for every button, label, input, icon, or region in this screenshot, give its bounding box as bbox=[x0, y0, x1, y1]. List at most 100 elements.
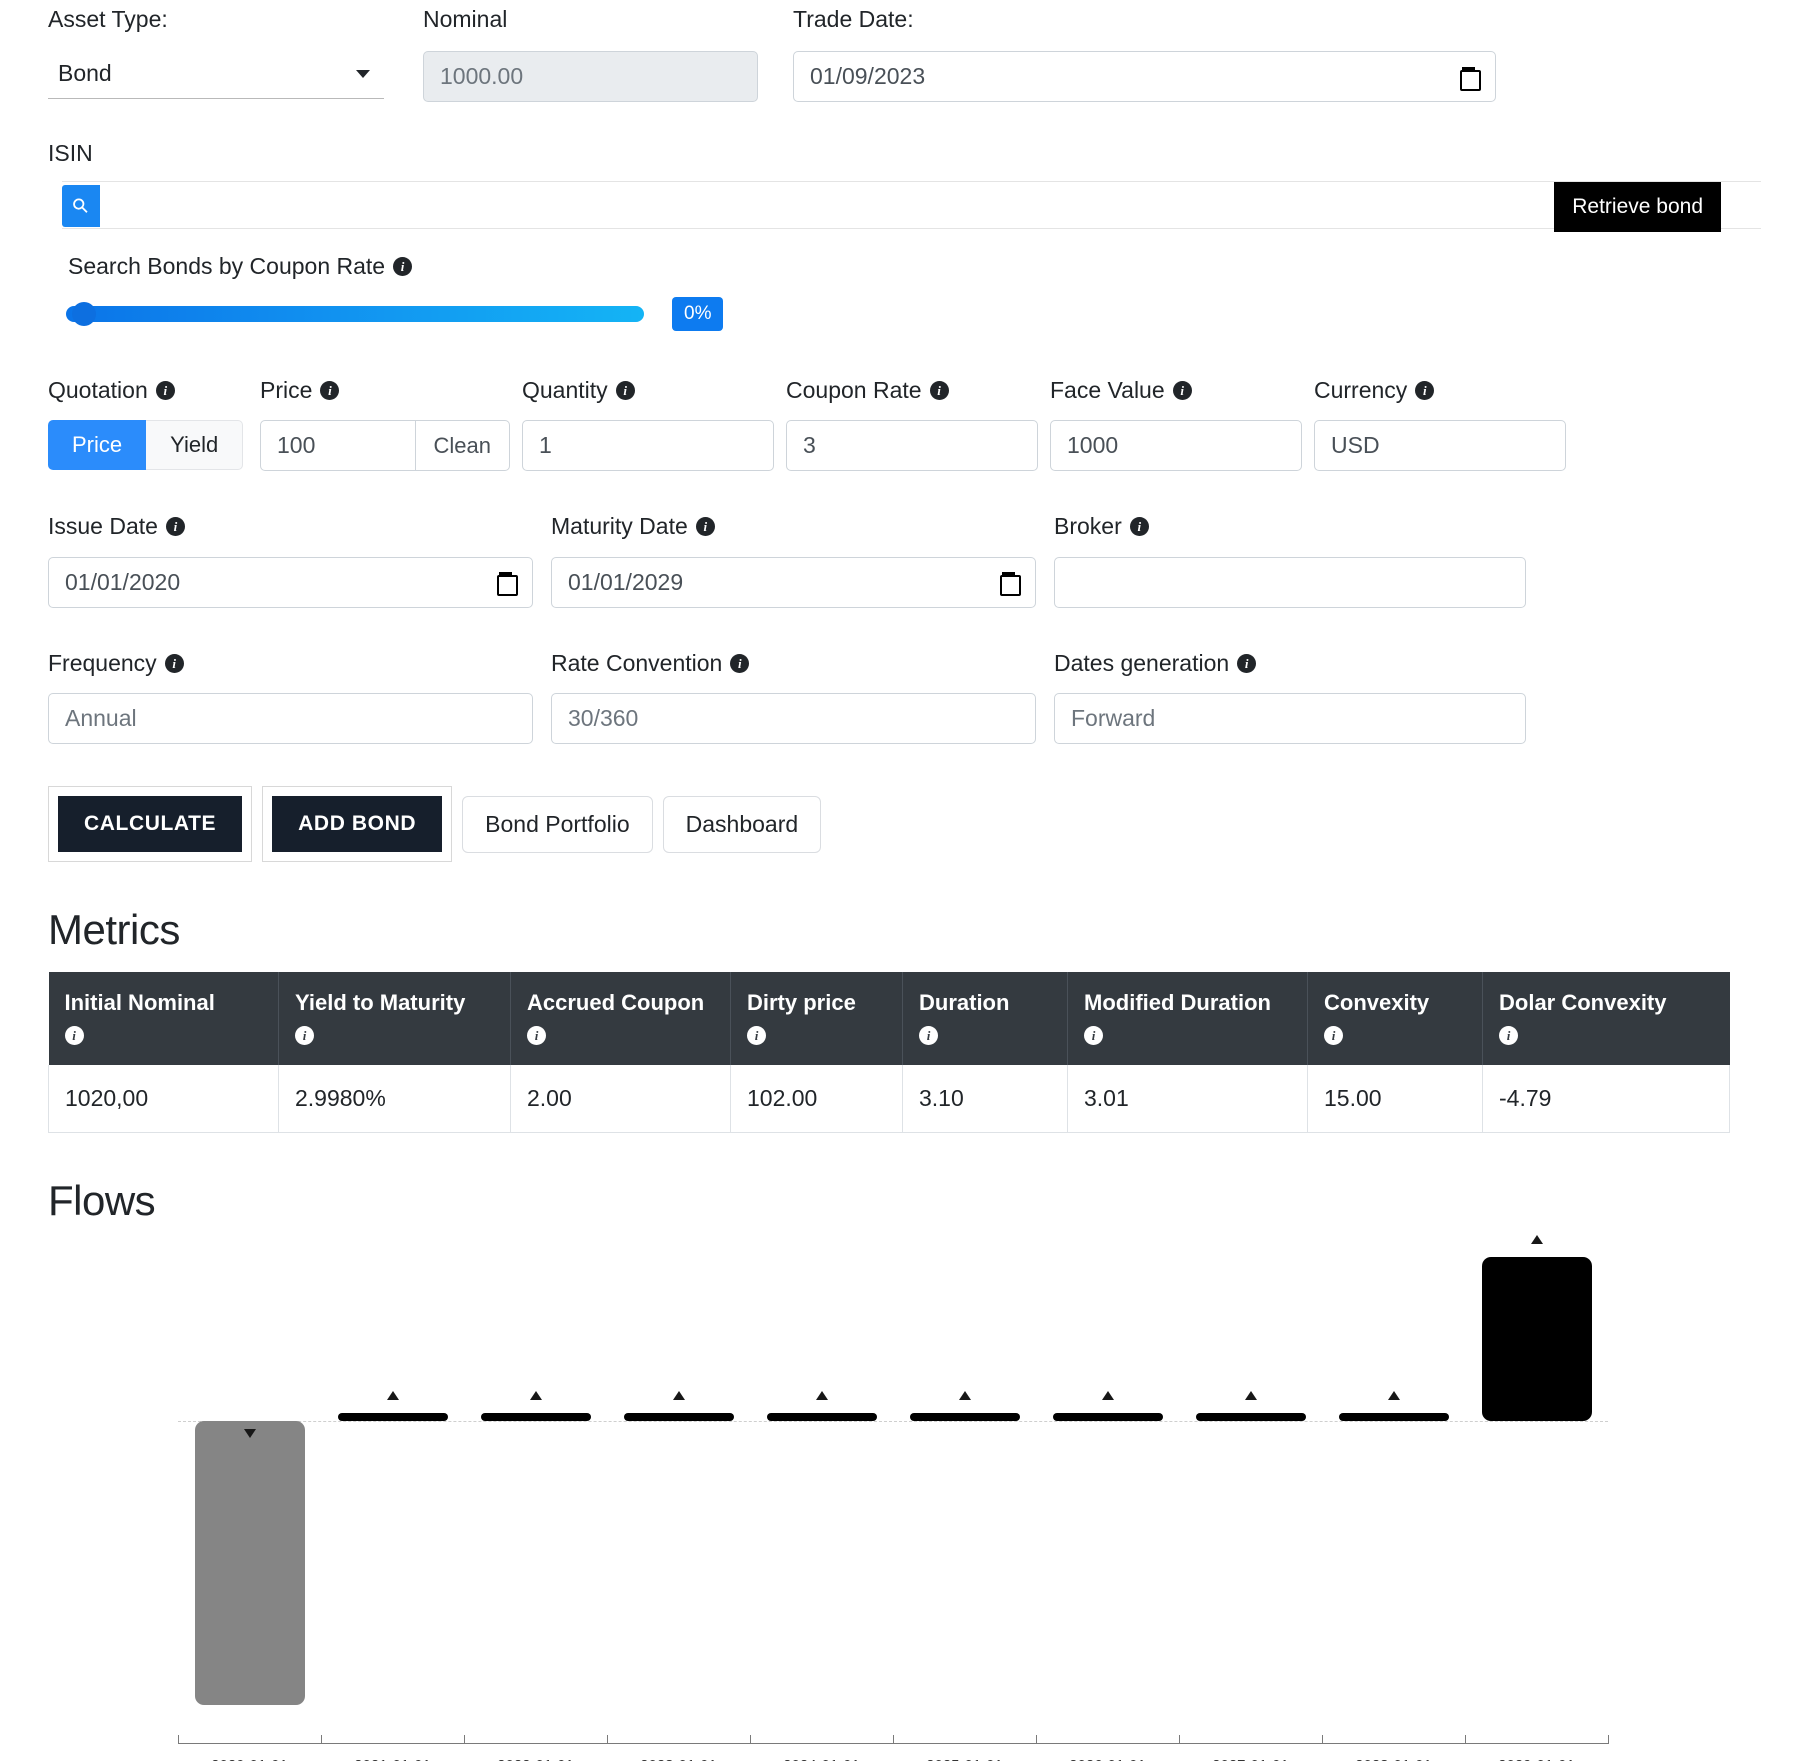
flow-marker bbox=[958, 1391, 971, 1401]
rate-convention-input[interactable]: 30/360 bbox=[551, 693, 1036, 745]
info-icon[interactable]: i bbox=[929, 380, 949, 400]
bond-portfolio-button[interactable]: Bond Portfolio bbox=[462, 795, 653, 853]
info-icon[interactable]: i bbox=[1129, 517, 1149, 537]
info-icon[interactable]: i bbox=[527, 1026, 546, 1046]
metrics-cell: 15.00 bbox=[1307, 1065, 1483, 1134]
info-icon[interactable]: i bbox=[615, 380, 635, 400]
quotation-option-price[interactable]: Price bbox=[48, 420, 147, 471]
metrics-cell: 1020,00 bbox=[48, 1065, 279, 1134]
retrieve-bond-button[interactable]: Retrieve bond bbox=[1554, 182, 1721, 232]
search-icon[interactable]: ⚲ bbox=[62, 185, 100, 227]
face-value-label: Face Value bbox=[1050, 376, 1165, 403]
nominal-group: Nominal 1000.00 bbox=[423, 6, 793, 102]
metrics-col-label: Dirty price bbox=[747, 990, 856, 1016]
price-input[interactable]: 100 bbox=[260, 420, 416, 472]
flow-bar[interactable] bbox=[1338, 1413, 1449, 1422]
issue-date-group: Issue Date i 01/01/2020 bbox=[48, 513, 533, 608]
price-label: Price bbox=[260, 376, 313, 403]
trade-date-input[interactable]: 01/09/2023 bbox=[793, 51, 1496, 102]
metrics-col-accrued-coupon: Accrued Coupon i bbox=[510, 972, 731, 1066]
flow-marker bbox=[1101, 1391, 1114, 1401]
maturity-date-input[interactable]: 01/01/2029 bbox=[551, 556, 1036, 608]
x-axis-tick bbox=[893, 1735, 894, 1745]
quantity-group: Quantity i 1 bbox=[522, 377, 774, 472]
asset-type-select[interactable]: Bond bbox=[48, 49, 384, 99]
coupon-rate-label: Coupon Rate bbox=[786, 376, 922, 403]
info-icon[interactable]: i bbox=[164, 654, 184, 674]
info-icon[interactable]: i bbox=[165, 517, 185, 537]
rate-convention-label-row: Rate Convention i bbox=[551, 650, 1036, 678]
issue-date-value: 01/01/2020 bbox=[65, 568, 181, 595]
face-value-input[interactable]: 1000 bbox=[1050, 420, 1302, 472]
add-bond-button[interactable]: ADD BOND bbox=[272, 796, 443, 853]
info-icon[interactable]: i bbox=[1172, 380, 1192, 400]
flows-plot-area bbox=[48, 1235, 1608, 1753]
flow-bar[interactable] bbox=[1481, 1257, 1592, 1422]
currency-value: USD bbox=[1331, 432, 1380, 459]
metrics-col-dolar-convexity: Dolar Convexity i bbox=[1482, 972, 1730, 1066]
flow-marker bbox=[1530, 1235, 1543, 1245]
info-icon[interactable]: i bbox=[64, 1026, 84, 1046]
issue-date-input[interactable]: 01/01/2020 bbox=[48, 556, 533, 608]
info-icon[interactable]: i bbox=[747, 1026, 766, 1046]
dates-generation-input[interactable]: Forward bbox=[1054, 693, 1526, 745]
flow-bar[interactable] bbox=[337, 1413, 448, 1422]
currency-input[interactable]: USD bbox=[1314, 420, 1566, 472]
table-row: 1020,00 2.9980% 2.00 102.00 3.10 3.01 15… bbox=[48, 1065, 1730, 1134]
nominal-label: Nominal bbox=[423, 6, 508, 32]
flow-bar[interactable] bbox=[480, 1413, 591, 1422]
flow-bar[interactable] bbox=[1052, 1413, 1163, 1422]
dashboard-button[interactable]: Dashboard bbox=[662, 795, 822, 853]
face-value-value: 1000 bbox=[1067, 432, 1119, 459]
flow-bar[interactable] bbox=[766, 1413, 877, 1422]
broker-input[interactable] bbox=[1054, 556, 1526, 608]
trade-date-value: 01/09/2023 bbox=[810, 63, 926, 89]
metrics-col-label: Modified Duration bbox=[1084, 990, 1271, 1016]
flow-bar[interactable] bbox=[194, 1421, 305, 1706]
coupon-rate-input[interactable]: 3 bbox=[786, 420, 1038, 472]
info-icon[interactable]: i bbox=[1499, 1026, 1518, 1046]
x-axis-tick bbox=[1322, 1735, 1323, 1745]
metrics-col-label: Convexity bbox=[1324, 990, 1430, 1016]
quantity-input[interactable]: 1 bbox=[522, 420, 774, 472]
x-axis-label: 2028-01-01 bbox=[1355, 1757, 1432, 1761]
flow-bar[interactable] bbox=[909, 1413, 1020, 1422]
x-axis: 2020-01-01 2021-01-01 2022-01-01 2023-01-01… bbox=[178, 1735, 1609, 1761]
flow-marker bbox=[1244, 1391, 1257, 1401]
coupon-slider-row: 0% bbox=[66, 296, 1761, 331]
quotation-option-yield[interactable]: Yield bbox=[146, 420, 244, 471]
calculate-button[interactable]: CALCULATE bbox=[58, 796, 243, 853]
info-icon[interactable]: i bbox=[919, 1026, 938, 1046]
x-axis-tick bbox=[607, 1735, 608, 1745]
info-icon[interactable]: i bbox=[1415, 380, 1435, 400]
info-icon[interactable]: i bbox=[393, 257, 413, 277]
flow-bar[interactable] bbox=[1195, 1413, 1306, 1422]
info-icon[interactable]: i bbox=[1324, 1026, 1343, 1046]
calendar-icon[interactable] bbox=[1000, 571, 1021, 597]
metrics-col-convexity: Convexity i bbox=[1307, 972, 1483, 1066]
price-clean-addon[interactable]: Clean bbox=[415, 420, 510, 472]
isin-input[interactable] bbox=[62, 181, 1761, 229]
metrics-table-body: 1020,00 2.9980% 2.00 102.00 3.10 3.01 15… bbox=[48, 1065, 1730, 1134]
info-icon[interactable]: i bbox=[695, 517, 715, 537]
flow-bar[interactable] bbox=[623, 1413, 734, 1422]
quotation-label: Quotation bbox=[48, 376, 148, 403]
metrics-cell: 3.01 bbox=[1067, 1065, 1308, 1134]
coupon-rate-slider[interactable] bbox=[66, 301, 644, 326]
slider-value-badge: 0% bbox=[672, 296, 724, 331]
info-icon[interactable]: i bbox=[1237, 654, 1257, 674]
frequency-input[interactable]: Annual bbox=[48, 693, 533, 745]
info-icon[interactable]: i bbox=[730, 654, 750, 674]
info-icon[interactable]: i bbox=[1084, 1026, 1103, 1046]
quantity-label-row: Quantity i bbox=[522, 377, 774, 405]
conventions-fields-row: Frequency i Annual Rate Convention i 30/… bbox=[48, 650, 1761, 745]
slider-thumb[interactable] bbox=[72, 301, 96, 326]
metrics-col-label: Yield to Maturity bbox=[295, 990, 466, 1016]
x-axis-label: 2027-01-01 bbox=[1212, 1757, 1289, 1761]
nominal-value: 1000.00 bbox=[440, 63, 524, 89]
calendar-icon[interactable] bbox=[497, 571, 518, 597]
calendar-icon[interactable] bbox=[1460, 66, 1481, 91]
info-icon[interactable]: i bbox=[155, 380, 175, 400]
info-icon[interactable]: i bbox=[295, 1026, 314, 1046]
info-icon[interactable]: i bbox=[320, 380, 340, 400]
